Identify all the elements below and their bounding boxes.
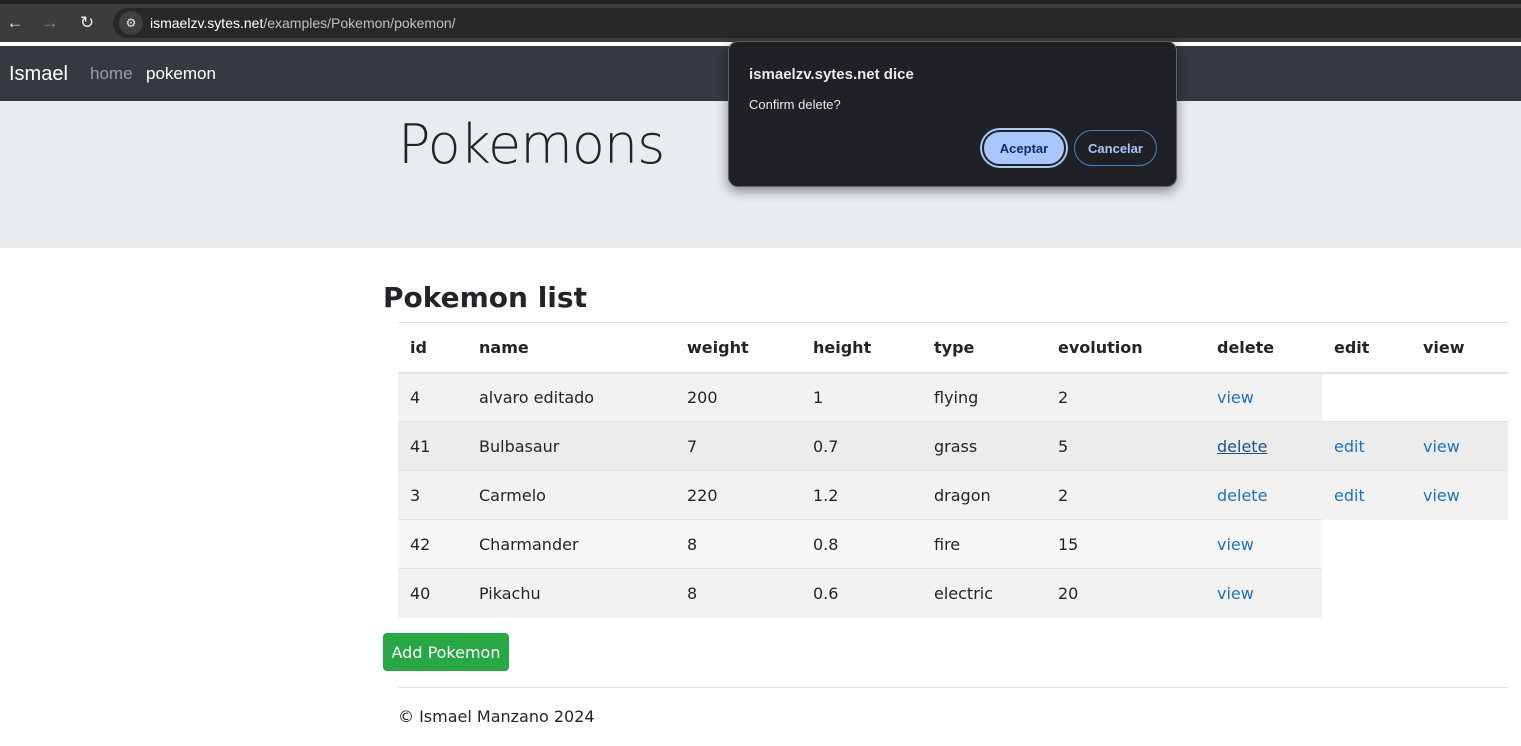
cell-type: fire xyxy=(922,519,1046,569)
cell-height: 0.7 xyxy=(801,421,922,471)
url-path: /examples/Pokemon/pokemon/ xyxy=(263,15,456,31)
edit-link[interactable]: edit xyxy=(1334,486,1365,505)
cell-id: 41 xyxy=(398,421,467,471)
confirm-dialog: ismaelzv.sytes.net dice Confirm delete? … xyxy=(728,41,1177,187)
cell-empty xyxy=(1411,372,1508,422)
cell-name: Bulbasaur xyxy=(467,421,675,471)
cell-empty xyxy=(1322,519,1411,569)
edit-link[interactable]: edit xyxy=(1334,437,1365,456)
cell-evolution: 2 xyxy=(1046,372,1205,422)
url-host: ismaelzv.sytes.net xyxy=(150,15,264,31)
cell-weight: 8 xyxy=(675,519,801,569)
view-link[interactable]: view xyxy=(1423,437,1460,456)
dialog-message: Confirm delete? xyxy=(749,97,841,112)
cell-id: 42 xyxy=(398,519,467,569)
address-bar[interactable]: ⚙ ismaelzv.sytes.net/examples/Pokemon/po… xyxy=(113,8,1521,38)
header-view: view xyxy=(1411,322,1508,374)
cell-edit: edit xyxy=(1322,470,1411,520)
cell-evolution: 20 xyxy=(1046,568,1205,618)
view-link[interactable]: view xyxy=(1217,388,1254,407)
cell-evolution: 5 xyxy=(1046,421,1205,471)
cell-weight: 200 xyxy=(675,372,801,422)
table-row: 42 Charmander 8 0.8 fire 15 view xyxy=(398,519,1508,569)
cell-name: Charmander xyxy=(467,519,675,569)
accept-button[interactable]: Aceptar xyxy=(982,130,1066,166)
forward-arrow-icon[interactable]: → xyxy=(39,12,61,34)
cell-view: view xyxy=(1411,470,1508,520)
header-height: height xyxy=(801,322,922,374)
cell-type: grass xyxy=(922,421,1046,471)
table-row: 40 Pikachu 8 0.6 electric 20 view xyxy=(398,568,1508,618)
reload-icon[interactable]: ↻ xyxy=(76,12,98,34)
table-header-row: id name weight height type evolution del… xyxy=(398,322,1508,374)
cell-height: 1.2 xyxy=(801,470,922,520)
view-link[interactable]: view xyxy=(1217,584,1254,603)
delete-link[interactable]: delete xyxy=(1217,437,1267,456)
view-link[interactable]: view xyxy=(1217,535,1254,554)
header-id: id xyxy=(398,322,467,374)
cancel-button[interactable]: Cancelar xyxy=(1074,130,1157,166)
page-title: Pokemons xyxy=(398,113,665,176)
cell-action: view xyxy=(1205,519,1322,569)
header-weight: weight xyxy=(675,322,801,374)
cell-empty xyxy=(1411,568,1508,618)
cell-delete: delete xyxy=(1205,470,1322,520)
site-info-icon[interactable]: ⚙ xyxy=(119,11,143,35)
cell-evolution: 15 xyxy=(1046,519,1205,569)
cell-type: flying xyxy=(922,372,1046,422)
footer-divider xyxy=(398,687,1508,688)
cell-id: 40 xyxy=(398,568,467,618)
cell-edit: edit xyxy=(1322,421,1411,471)
cell-empty xyxy=(1322,568,1411,618)
header-delete: delete xyxy=(1205,322,1322,374)
section-title: Pokemon list xyxy=(383,281,587,314)
cell-empty xyxy=(1322,372,1411,422)
view-link[interactable]: view xyxy=(1423,486,1460,505)
header-evolution: evolution xyxy=(1046,322,1205,374)
cell-id: 3 xyxy=(398,470,467,520)
table-row: 3 Carmelo 220 1.2 dragon 2 delete edit v… xyxy=(398,470,1508,520)
cell-view: view xyxy=(1411,421,1508,471)
header-edit: edit xyxy=(1322,322,1411,374)
cell-delete: delete xyxy=(1205,421,1322,471)
cell-name: Pikachu xyxy=(467,568,675,618)
header-type: type xyxy=(922,322,1046,374)
pokemon-table: id name weight height type evolution del… xyxy=(398,322,1508,618)
cell-action: view xyxy=(1205,568,1322,618)
cell-evolution: 2 xyxy=(1046,470,1205,520)
navbar-brand[interactable]: Ismael xyxy=(9,63,68,86)
cell-weight: 7 xyxy=(675,421,801,471)
cell-height: 0.6 xyxy=(801,568,922,618)
cell-name: Carmelo xyxy=(467,470,675,520)
table-row: 4 alvaro editado 200 1 flying 2 view xyxy=(398,372,1508,422)
cell-weight: 8 xyxy=(675,568,801,618)
url-text[interactable]: ismaelzv.sytes.net/examples/Pokemon/poke… xyxy=(150,15,456,31)
nav-link-home[interactable]: home xyxy=(90,64,133,84)
cell-empty xyxy=(1411,519,1508,569)
browser-toolbar: ← → ↻ ⚙ ismaelzv.sytes.net/examples/Poke… xyxy=(0,0,1521,42)
table-row: 41 Bulbasaur 7 0.7 grass 5 delete edit v… xyxy=(398,421,1508,471)
dialog-title: ismaelzv.sytes.net dice xyxy=(749,66,914,83)
cell-action: view xyxy=(1205,372,1322,422)
delete-link[interactable]: delete xyxy=(1217,486,1267,505)
cell-id: 4 xyxy=(398,372,467,422)
cell-height: 1 xyxy=(801,372,922,422)
cell-name: alvaro editado xyxy=(467,372,675,422)
footer-copyright: © Ismael Manzano 2024 xyxy=(398,707,595,726)
header-name: name xyxy=(467,322,675,374)
cell-height: 0.8 xyxy=(801,519,922,569)
cell-weight: 220 xyxy=(675,470,801,520)
add-pokemon-button[interactable]: Add Pokemon xyxy=(383,633,509,671)
cell-type: electric xyxy=(922,568,1046,618)
back-arrow-icon[interactable]: ← xyxy=(4,12,26,34)
nav-link-pokemon[interactable]: pokemon xyxy=(146,64,216,84)
cell-type: dragon xyxy=(922,470,1046,520)
